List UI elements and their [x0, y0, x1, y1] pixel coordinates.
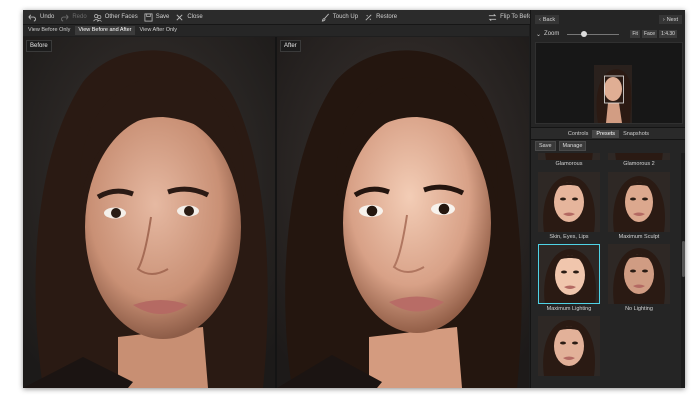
preset-caption: Glamorous 2 [623, 161, 655, 167]
after-image-pane[interactable]: After [277, 37, 529, 388]
tab-snapshots[interactable]: Snapshots [619, 130, 653, 138]
tab-view-before-only[interactable]: View Before Only [25, 26, 73, 35]
tab-view-after-only[interactable]: View After Only [137, 26, 181, 35]
close-icon [176, 13, 183, 21]
back-label: Back [542, 16, 556, 23]
presets-scrollbar[interactable] [681, 153, 685, 388]
before-image-pane[interactable]: Before [23, 37, 275, 388]
close-label: Close [187, 14, 203, 20]
zoom-slider-track [567, 33, 620, 35]
restore-label: Restore [376, 14, 398, 20]
before-label: Before [26, 40, 52, 52]
tab-view-before-and-after[interactable]: View Before and After [75, 26, 135, 35]
preset-caption: Maximum Sculpt [618, 234, 660, 240]
tab-presets[interactable]: Presets [592, 129, 620, 138]
preset-thumbnail [608, 172, 670, 232]
back-button[interactable]: ‹ Back [535, 15, 560, 24]
undo-label: Undo [40, 14, 55, 20]
after-portrait [277, 37, 529, 388]
restore-button[interactable]: Restore [361, 10, 400, 24]
chevron-left-icon: ‹ [539, 16, 541, 23]
navigator-thumbnail[interactable] [535, 42, 683, 124]
preset-caption: Skin, Eyes, Lips [549, 234, 589, 240]
brush-icon [321, 13, 329, 22]
undo-icon [28, 14, 36, 22]
preset-thumbnail [538, 244, 600, 304]
preset-thumbnail [608, 244, 670, 304]
zoom-slider[interactable] [567, 30, 620, 38]
preset-thumbnail [538, 172, 600, 232]
redo-button[interactable]: Redo [57, 10, 89, 24]
face-button[interactable]: Face [641, 30, 658, 38]
redo-icon [61, 14, 70, 22]
preset-caption: Maximum Lighting [546, 306, 592, 312]
presets-grid: Glamorous Glamorous 2 Skin, Eyes, Lips M… [531, 153, 681, 388]
view-mode-tabs: View Before Only View Before and After V… [23, 25, 529, 36]
app-window: Undo Redo Other Faces Save Close Touch U… [23, 10, 685, 388]
chevron-right-icon: › [662, 16, 665, 23]
zoom-label: Zoom [544, 31, 560, 37]
flip-icon [488, 13, 497, 21]
next-label: Next [666, 16, 678, 23]
save-icon [144, 12, 153, 22]
chevron-down-icon[interactable]: ⌄ [536, 31, 541, 38]
fit-button[interactable]: Fit [630, 30, 640, 38]
touch-up-button[interactable]: Touch Up [318, 10, 361, 24]
other-faces-button[interactable]: Other Faces [90, 10, 141, 24]
touch-up-label: Touch Up [332, 14, 359, 20]
restore-icon [365, 13, 372, 21]
preset-actions: Save Manage [531, 141, 685, 151]
faces-icon [92, 13, 102, 22]
undo-button[interactable]: Undo [25, 10, 57, 24]
preset-thumbnail [538, 153, 600, 160]
save-label: Save [155, 14, 170, 20]
zoom-row: ⌄ Zoom Fit Face 1:4.30 [531, 29, 685, 39]
preset-manage-button[interactable]: Manage [558, 141, 587, 151]
zoom-slider-knob[interactable] [581, 31, 588, 37]
zoom-ratio-field[interactable]: 1:4.30 [659, 30, 677, 38]
preset-caption: Glamorous [555, 161, 583, 167]
before-portrait [23, 37, 275, 388]
save-button[interactable]: Save [141, 10, 173, 24]
next-button[interactable]: › Next [658, 15, 682, 24]
redo-label: Redo [72, 14, 87, 20]
panel-tabs: Controls Presets Snapshots [531, 127, 685, 140]
tab-controls[interactable]: Controls [564, 130, 592, 138]
navigator-image [594, 65, 632, 123]
preset-thumbnail [538, 316, 600, 376]
preset-caption: No Lighting [625, 306, 653, 312]
close-button[interactable]: Close [172, 10, 205, 24]
preset-save-button[interactable]: Save [535, 141, 556, 151]
presets-scrollbar-thumb[interactable] [681, 241, 685, 277]
preset-thumbnail [608, 153, 670, 160]
side-panel: ‹ Back › Next ⌄ Zoom Fit Face 1:4.30 Con… [530, 10, 685, 388]
after-label: After [280, 40, 301, 52]
other-faces-label: Other Faces [104, 14, 138, 20]
